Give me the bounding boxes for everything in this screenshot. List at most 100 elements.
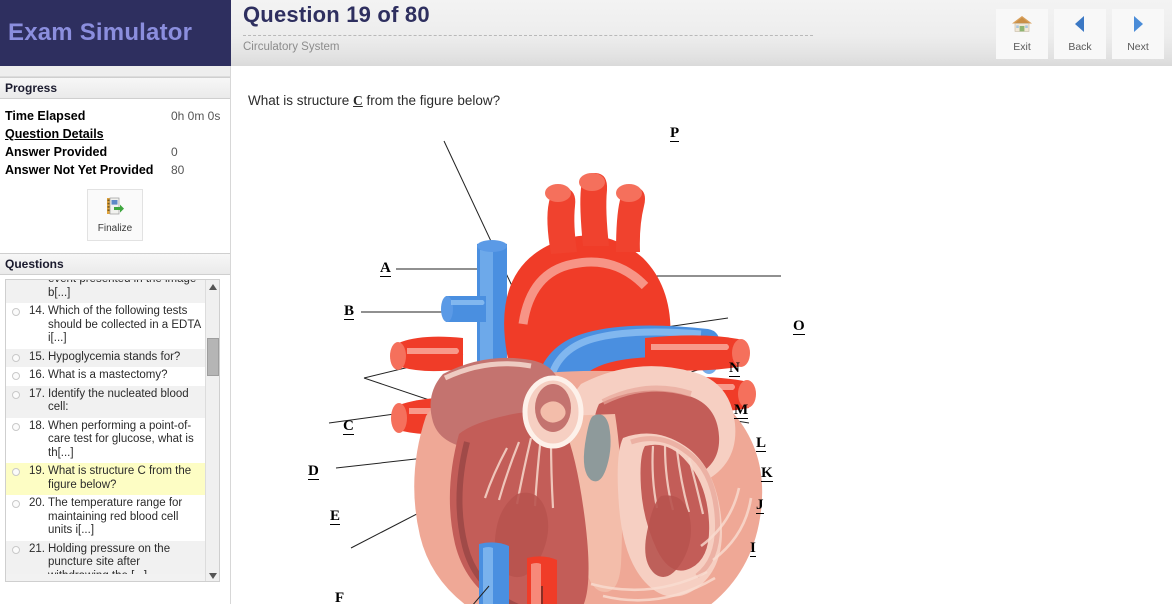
triangle-right-icon [1131, 15, 1145, 38]
home-icon [1011, 15, 1033, 38]
toolbar: Exit Back Next [996, 9, 1164, 59]
question-number [25, 280, 45, 300]
scroll-down-arrow-icon[interactable] [206, 569, 219, 581]
figure-label-C: C [343, 418, 354, 435]
questions-list-scrollbar[interactable] [205, 280, 219, 581]
exam-simulator-window: Exam Simulator Progress Time Elapsed 0h … [0, 0, 1172, 604]
question-radio[interactable] [12, 545, 20, 554]
question-stem-prefix: What is structure [248, 93, 354, 108]
answer-provided-value: 0 [171, 145, 178, 159]
question-text: The temperature range for maintaining re… [48, 497, 183, 536]
figure-label-A: A [380, 260, 391, 277]
question-number: 16. [29, 369, 45, 381]
page-title: Question 19 of 80 [243, 2, 430, 27]
figure-label-P: P [670, 125, 680, 142]
figure-label-E: E [330, 508, 341, 525]
question-list-item[interactable]: event presented in the image b[...] [6, 279, 207, 303]
progress-row-question-details[interactable]: Question Details [5, 125, 225, 143]
question-text: Identify the nucleated blood cell: [48, 387, 189, 414]
figure-label-J: J [756, 497, 764, 514]
question-list-item[interactable]: 21. Holding pressure on the puncture site… [6, 540, 207, 575]
question-stem-suffix: from the figure below? [362, 93, 501, 108]
question-text: Hypoglycemia stands for? [48, 350, 181, 363]
sidebar: Exam Simulator Progress Time Elapsed 0h … [0, 0, 231, 604]
question-list-item[interactable]: 18. When performing a point-of-care test … [6, 417, 207, 463]
next-button[interactable]: Next [1112, 9, 1164, 59]
scrollbar-thumb[interactable] [207, 338, 219, 376]
question-number: 21. [29, 542, 45, 555]
answer-not-provided-value: 80 [171, 163, 185, 177]
question-radio[interactable] [12, 353, 20, 362]
questions-panel-label: Questions [5, 257, 64, 271]
back-button[interactable]: Back [1054, 9, 1106, 59]
header-bar: Question 19 of 80 Circulatory System Exi… [231, 0, 1172, 66]
figure-label-B: B [344, 303, 355, 320]
finalize-button-wrap: Finalize [5, 189, 225, 241]
questions-list-container: event presented in the image b[...] 14. Wh… [5, 279, 220, 582]
triangle-left-icon [1073, 15, 1087, 38]
header-subtitle: Circulatory System [243, 41, 340, 53]
question-stem: What is structure C from the figure belo… [248, 93, 500, 109]
question-text: Which of the following tests should be c… [48, 305, 201, 344]
progress-row-answer-provided: Answer Provided 0 [5, 143, 225, 161]
question-radio[interactable] [12, 422, 20, 431]
figure-label-L: L [756, 435, 767, 452]
question-text: Holding pressure on the puncture site af… [48, 542, 171, 575]
questions-panel-header: Questions [0, 253, 230, 275]
app-brand: Exam Simulator [0, 0, 231, 66]
question-list-item[interactable]: 15. Hypoglycemia stands for? [6, 348, 207, 367]
question-text: event presented in the image b[...] [48, 279, 197, 299]
question-radio[interactable] [12, 468, 20, 476]
question-text: When performing a point-of-care test for… [48, 419, 194, 459]
progress-panel-label: Progress [5, 81, 58, 95]
question-details-link[interactable]: Question Details [5, 125, 171, 143]
answer-not-provided-label: Answer Not Yet Provided [5, 163, 154, 177]
questions-list[interactable]: event presented in the image b[...] 14. Wh… [6, 279, 207, 575]
question-number: 20. [29, 497, 45, 509]
progress-panel-header: Progress [0, 77, 230, 99]
figure-label-N: N [729, 360, 740, 377]
figure-label-M: M [734, 402, 749, 419]
app-title: Exam Simulator [8, 19, 193, 46]
question-list-item[interactable]: 17. Identify the nucleated blood cell: [6, 385, 207, 418]
progress-row-answer-not-provided: Answer Not Yet Provided 80 [5, 161, 225, 179]
question-list-item[interactable]: 14. Which of the following tests should b… [6, 303, 207, 349]
question-number: 15. [29, 350, 45, 363]
question-number: 17. [29, 387, 45, 400]
answer-provided-label: Answer Provided [5, 145, 108, 159]
progress-panel-body: Time Elapsed 0h 0m 0s Question Details A… [0, 99, 230, 241]
question-radio[interactable] [12, 500, 20, 508]
figure-label-I: I [750, 540, 756, 557]
next-button-label: Next [1127, 41, 1149, 53]
exit-button-label: Exit [1013, 41, 1031, 53]
question-list-item[interactable]: 19. What is structure C from the figure b… [6, 463, 207, 495]
question-radio[interactable] [12, 390, 20, 399]
question-text: What is structure C from the figure belo… [48, 465, 192, 491]
back-button-label: Back [1068, 41, 1092, 53]
figure-label-O: O [793, 318, 805, 335]
finalize-button[interactable]: Finalize [87, 189, 143, 241]
figure-label-K: K [761, 465, 773, 482]
question-text: What is a mastectomy? [48, 369, 168, 381]
header-divider [243, 35, 813, 36]
figure-label-F: F [335, 591, 344, 604]
question-number: 14. [29, 305, 45, 317]
question-list-item[interactable]: 16. What is a mastectomy? [6, 367, 207, 386]
finalize-button-label: Finalize [97, 223, 133, 234]
finalize-book-icon [105, 196, 125, 221]
question-stem-key: C [353, 93, 363, 108]
question-list-item[interactable]: 20. The temperature range for maintaining… [6, 495, 207, 541]
heart-anatomy-diagram: P A B C D E F O N M L K J I [231, 116, 1172, 604]
figure-label-D: D [308, 463, 319, 480]
question-number: 18. [29, 419, 45, 432]
time-elapsed-value: 0h 0m 0s [171, 109, 221, 123]
progress-row-time-elapsed: Time Elapsed 0h 0m 0s [5, 107, 225, 125]
scroll-up-arrow-icon[interactable] [206, 280, 219, 294]
sidebar-divider-strip [0, 66, 230, 77]
question-radio[interactable] [12, 308, 20, 316]
question-number: 19. [29, 465, 45, 477]
question-radio[interactable] [12, 372, 20, 380]
time-elapsed-label: Time Elapsed [5, 109, 86, 123]
main-content: What is structure C from the figure belo… [231, 66, 1172, 604]
exit-button[interactable]: Exit [996, 9, 1048, 59]
